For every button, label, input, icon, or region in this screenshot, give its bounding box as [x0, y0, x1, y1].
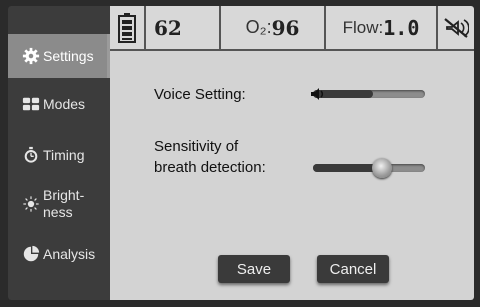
flow-readout: Flow: 1.0 [326, 6, 438, 49]
mute-alarm-button[interactable] [438, 6, 474, 49]
status-bar: 62 O₂: 96 Flow: 1.0 [110, 6, 474, 51]
sensitivity-slider[interactable] [313, 158, 425, 178]
voice-slider[interactable] [311, 87, 425, 101]
device-screen: Settings Modes Timing Bright- ness Analy… [8, 6, 474, 300]
o2-label: O₂: [245, 17, 272, 37]
sidebar-item-analysis[interactable]: Analysis [8, 232, 110, 276]
sidebar-item-label: Timing [43, 147, 85, 163]
mute-alarm-icon [444, 17, 469, 38]
settings-panel: Voice Setting: Sensitivity of breath det… [110, 51, 474, 300]
sidebar-item-settings[interactable]: Settings [8, 34, 110, 78]
gear-icon [22, 47, 40, 65]
sidebar-item-timing[interactable]: Timing [8, 133, 110, 177]
flow-label: Flow: [342, 17, 384, 37]
sidebar-item-label: Modes [43, 96, 86, 112]
sidebar-item-label-line2: ness [43, 204, 73, 220]
status-value: 62 [146, 6, 221, 49]
sensitivity-label-line2: breath detection: [154, 159, 266, 176]
battery-icon [118, 12, 136, 43]
sun-icon [23, 196, 39, 212]
sensitivity-slider-knob[interactable] [372, 158, 393, 178]
cancel-button[interactable]: Cancel [317, 255, 389, 283]
save-button[interactable]: Save [218, 255, 290, 283]
sidebar-item-label: Settings [43, 48, 94, 64]
sidebar: Settings Modes Timing Bright- ness Analy… [8, 6, 110, 300]
pie-chart-icon [23, 245, 40, 262]
speaker-icon [311, 88, 324, 100]
sidebar-item-label: Bright- ness [43, 187, 84, 221]
sensitivity-label: Sensitivity of breath detection: [154, 136, 266, 178]
o2-value: 96 [271, 15, 300, 40]
flow-value: 1.0 [383, 15, 420, 40]
battery-cell [110, 6, 146, 49]
stopwatch-icon [24, 146, 38, 163]
sidebar-item-label: Analysis [43, 246, 96, 262]
sidebar-item-modes[interactable]: Modes [8, 82, 110, 126]
grid-icon [22, 97, 40, 111]
sidebar-item-label-line1: Bright- [43, 187, 85, 203]
sensitivity-label-line1: Sensitivity of [154, 138, 239, 155]
voice-setting-label: Voice Setting: [154, 86, 246, 103]
o2-readout: O₂: 96 [221, 6, 326, 49]
sidebar-item-brightness[interactable]: Bright- ness [8, 182, 110, 226]
